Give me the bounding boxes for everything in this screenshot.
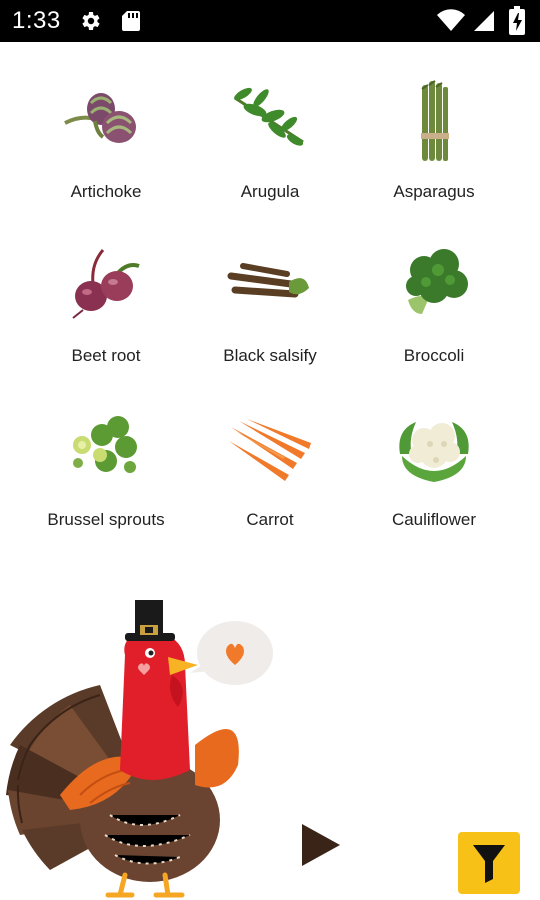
wifi-icon xyxy=(436,9,466,38)
beet-root-image xyxy=(56,234,156,334)
vegetable-label: Beet root xyxy=(71,346,141,365)
vegetable-item-brussel-sprouts[interactable]: Brussel sprouts xyxy=(24,398,188,562)
filter-button[interactable] xyxy=(458,832,520,894)
vegetable-item-cauliflower[interactable]: Cauliflower xyxy=(352,398,516,562)
vegetable-item-artichoke[interactable]: Artichoke xyxy=(24,70,188,234)
vegetable-label: Arugula xyxy=(240,182,300,201)
battery-charging-icon xyxy=(508,6,526,41)
vegetable-label: Cauliflower xyxy=(391,510,477,529)
status-bar: 1:33 xyxy=(0,0,540,42)
vegetable-item-black-salsify[interactable]: Black salsify xyxy=(188,234,352,398)
vegetable-label: Artichoke xyxy=(70,182,142,201)
carrot-image xyxy=(220,398,320,498)
arugula-image xyxy=(220,70,320,170)
brussel-sprouts-image xyxy=(56,398,156,498)
vegetable-label: Black salsify xyxy=(223,346,317,365)
vegetable-item-asparagus[interactable]: Asparagus xyxy=(352,70,516,234)
signal-icon xyxy=(472,9,496,38)
artichoke-image xyxy=(56,70,156,170)
vegetable-item-carrot[interactable]: Carrot xyxy=(188,398,352,562)
black-salsify-image xyxy=(220,234,320,334)
vegetable-label: Brussel sprouts xyxy=(47,510,165,529)
turkey-mascot-illustration xyxy=(0,595,300,900)
vegetable-label: Asparagus xyxy=(393,182,475,201)
vegetable-item-arugula[interactable]: Arugula xyxy=(188,70,352,234)
filter-icon xyxy=(473,845,505,883)
vegetable-label: Carrot xyxy=(246,510,294,529)
broccoli-image xyxy=(384,234,484,334)
play-icon xyxy=(302,824,340,866)
vegetable-label: Broccoli xyxy=(403,346,465,365)
vegetable-item-broccoli[interactable]: Broccoli xyxy=(352,234,516,398)
asparagus-image xyxy=(384,70,484,170)
vegetable-item-beet-root[interactable]: Beet root xyxy=(24,234,188,398)
sd-card-icon xyxy=(120,9,142,38)
cauliflower-image xyxy=(384,398,484,498)
gear-icon xyxy=(78,9,102,38)
status-time: 1:33 xyxy=(12,7,61,34)
vegetable-grid: Artichoke Arugula Asparagus Beet root Bl… xyxy=(24,70,516,562)
play-button[interactable] xyxy=(298,822,344,868)
